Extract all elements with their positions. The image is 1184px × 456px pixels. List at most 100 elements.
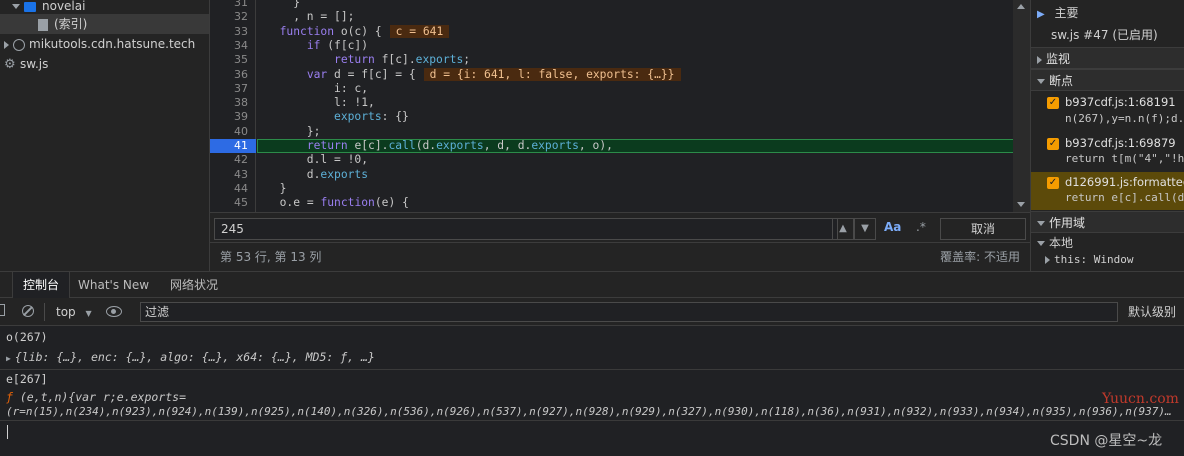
tab-console[interactable]: 控制台 (12, 272, 71, 298)
line-number[interactable]: 35 (210, 53, 256, 67)
cloud-icon (13, 38, 25, 51)
code-line: i: c, (266, 81, 369, 95)
code-line: exports: {} (334, 110, 409, 124)
scope-section-header[interactable]: 作用域 (1031, 211, 1184, 233)
coverage-status: 覆盖率: 不适用 (940, 250, 1020, 264)
console-output[interactable]: o(267) ▶ {lib: {…}, enc: {…}, algo: {…}, … (0, 326, 1184, 456)
console-result-body: (r=n(15),n(234),n(923),n(924),n(139),n(9… (6, 405, 1172, 418)
code-line: var d = f[c] = {d = {i: 641, l: false, e… (266, 67, 681, 82)
console-separator (0, 369, 1184, 370)
cancel-button[interactable]: 取消 (940, 218, 1026, 240)
breakpoint-item[interactable]: ✓ b937cdf.js:1:69879 return t[m("4","!h (1031, 133, 1184, 171)
code-line: d.exports (266, 167, 369, 181)
search-input[interactable]: 245 (214, 218, 838, 240)
code-line: if (f[c]) (306, 38, 369, 52)
eye-icon[interactable] (106, 306, 122, 317)
console-toolbar: top ▼ 过滤 默认级别 (0, 298, 1184, 326)
line-number[interactable]: 43 (210, 168, 256, 182)
watch-section-header[interactable]: 监视 (1031, 47, 1184, 69)
editor-scrollbar[interactable] (1013, 0, 1030, 212)
line-number[interactable]: 42 (210, 153, 256, 167)
line-number[interactable]: 37 (210, 82, 256, 96)
expand-icon (1037, 55, 1042, 64)
code-line: }; (266, 124, 321, 138)
line-number[interactable]: 40 (210, 125, 256, 139)
debugger-sidebar: ▶ 主要 sw.js #47 (已启用) 监视 断点 ✓ b937cdf.js:… (1030, 0, 1184, 271)
thread-main[interactable]: ▶ 主要 (1031, 4, 1184, 22)
file-tree: novelai (索引) mikutools.cdn.hatsune.tech … (0, 0, 210, 271)
line-number[interactable]: 34 (210, 39, 256, 53)
line-number[interactable]: 33 (210, 25, 256, 39)
line-number[interactable]: 41 (210, 139, 256, 154)
breakpoint-item-active[interactable]: ✓ d126991.js:formatted:4 return e[c].cal… (1031, 172, 1184, 210)
filter-input[interactable]: 过滤 (140, 302, 1118, 322)
tree-item-index[interactable]: (索引) (0, 14, 209, 34)
code-line: return f[c].exports; (334, 53, 471, 67)
tree-item-sw-js[interactable]: ⚙ sw.js (4, 54, 48, 74)
chevron-up-icon: ▲ (839, 223, 847, 234)
code-line: return e[c].call(d.exports, d, d.exports… (306, 139, 613, 152)
code-line: function o(c) {c = 641 (266, 24, 450, 39)
line-number[interactable]: 31 (210, 0, 256, 10)
line-number[interactable]: 36 (210, 68, 256, 82)
scroll-down-icon[interactable] (1017, 202, 1025, 207)
cursor-position: 第 53 行, 第 13 列 (220, 250, 322, 264)
log-levels-dropdown[interactable]: 默认级别 (1128, 298, 1176, 326)
line-number[interactable]: 32 (210, 10, 256, 24)
tab-network-conditions[interactable]: 网络状况 (160, 272, 228, 298)
expand-icon[interactable]: ▶ (6, 354, 11, 363)
code-editor[interactable]: 31 32 33 34 35 36 37 38 39 40 41 42 43 44 45 } , n = [… (210, 0, 1030, 212)
search-prev-button[interactable]: ▲ (832, 218, 854, 240)
breakpoints-section-header[interactable]: 断点 (1031, 69, 1184, 91)
inline-value: d = {i: 641, l: false, exports: {…}} (423, 67, 681, 81)
console-result-line[interactable]: ƒ (e,t,n){var r;e.exports= (6, 389, 186, 405)
console-prompt-cursor[interactable] (7, 425, 8, 439)
folder-icon (24, 1, 36, 12)
expand-icon (4, 40, 9, 49)
chevron-down-icon: ▼ (861, 223, 869, 234)
code-line: d.l = !0, (266, 153, 369, 167)
author-watermark: CSDN @星空~龙 (1050, 433, 1163, 449)
match-case-button[interactable]: Aa (884, 220, 901, 234)
console-result-line[interactable]: ▶ {lib: {…}, enc: {…}, algo: {…}, x64: {…… (6, 349, 375, 367)
context-selector[interactable]: top ▼ (56, 298, 92, 328)
code-line: o.e = function(e) { (266, 196, 409, 210)
scope-this[interactable]: this: Window (1031, 252, 1184, 268)
search-bar: 245 ▲ ▼ Aa .* 取消 (210, 212, 1030, 242)
search-next-button[interactable]: ▼ (854, 218, 876, 240)
code-line: , n = []; (266, 10, 355, 24)
drawer-tabs: 控制台 What's New 网络状况 (0, 271, 1184, 298)
expand-icon (12, 4, 20, 9)
console-input-line: o(267) (6, 330, 48, 344)
regex-button[interactable]: .* (916, 220, 926, 234)
line-number[interactable]: 39 (210, 110, 256, 124)
line-number[interactable]: 44 (210, 182, 256, 196)
sidebar-toggle-icon[interactable] (0, 304, 5, 316)
collapse-icon (1037, 221, 1045, 226)
console-input-line: e[267] (6, 372, 48, 386)
line-number[interactable]: 38 (210, 96, 256, 110)
inline-value: c = 641 (389, 24, 450, 38)
toolbar-divider (44, 303, 45, 321)
scope-local[interactable]: 本地 (1031, 235, 1184, 251)
code-line: l: !1, (266, 96, 375, 110)
tree-item-domain[interactable]: mikutools.cdn.hatsune.tech (4, 34, 195, 54)
current-thread-icon: ▶ (1037, 9, 1045, 20)
tab-whats-new[interactable]: What's New (68, 272, 159, 298)
collapse-icon (1037, 241, 1045, 246)
status-bar: 第 53 行, 第 13 列 覆盖率: 不适用 (210, 242, 1030, 271)
code-line: } (266, 0, 301, 9)
line-gutter: 31 32 33 34 35 36 37 38 39 40 41 42 43 44 45 (210, 0, 256, 212)
site-watermark: Yuucn.com (1102, 391, 1179, 407)
console-separator (0, 420, 1184, 421)
breakpoint-item[interactable]: ✓ b937cdf.js:1:68191 n(267),y=n.n(f);d. (1031, 92, 1184, 132)
checkbox-checked-icon[interactable]: ✓ (1047, 177, 1059, 189)
checkbox-checked-icon[interactable]: ✓ (1047, 138, 1059, 150)
line-number[interactable]: 45 (210, 196, 256, 210)
scroll-up-icon[interactable] (1017, 4, 1025, 9)
checkbox-checked-icon[interactable]: ✓ (1047, 97, 1059, 109)
thread-sw-js[interactable]: sw.js #47 (已启用) (1031, 26, 1184, 44)
sources-panel: novelai (索引) mikutools.cdn.hatsune.tech … (0, 0, 1184, 271)
clear-console-icon[interactable] (22, 305, 34, 317)
file-icon (38, 18, 48, 31)
